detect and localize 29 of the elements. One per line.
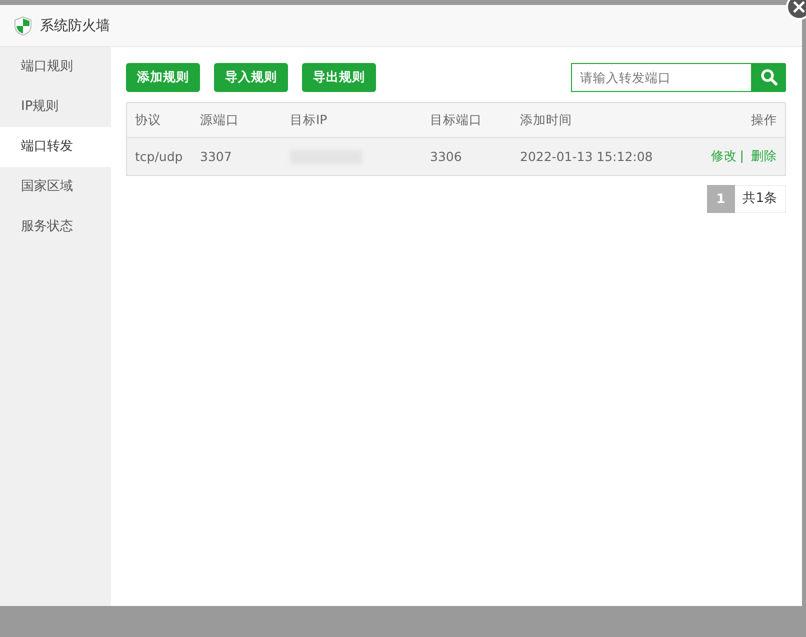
column-header: 源端口 <box>200 112 239 126</box>
toolbar-button[interactable]: 导入规则 <box>214 62 288 92</box>
table-cell: tcp/udp <box>135 149 183 164</box>
close-icon <box>793 1 805 13</box>
action-link[interactable]: 修改 <box>710 148 737 163</box>
toolbar-button[interactable]: 添加规则 <box>126 62 200 92</box>
search-button[interactable] <box>751 62 786 92</box>
table-cell: 2022-01-13 15:12:08 <box>520 149 653 164</box>
window-title: 系统防火墙 <box>40 16 110 34</box>
table-cell: 3307 <box>200 149 232 164</box>
sidebar-item[interactable]: IP规则 <box>0 87 111 127</box>
search-field[interactable]: 请输入转发端口 <box>571 62 751 92</box>
search-icon <box>760 68 778 86</box>
column-header: 目标端口 <box>430 112 482 126</box>
column-header: 操作 <box>751 112 777 126</box>
table-cell: 3306 <box>430 149 462 164</box>
separator: | <box>740 148 744 163</box>
page-button[interactable]: 1 <box>706 185 735 213</box>
sidebar-item[interactable]: 国家区域 <box>0 167 111 207</box>
total-count: 共1条 <box>734 185 786 213</box>
sidebar-item[interactable]: 端口规则 <box>0 47 111 87</box>
column-header: 目标IP <box>290 112 328 126</box>
column-header: 添加时间 <box>520 112 572 126</box>
toolbar-button[interactable]: 导出规则 <box>302 62 376 92</box>
action-link[interactable]: 删除 <box>751 148 777 163</box>
shield-icon <box>14 16 32 36</box>
sidebar-item[interactable]: 端口转发 <box>0 127 111 167</box>
column-header: 协议 <box>135 112 161 126</box>
sidebar-item[interactable]: 服务状态 <box>0 207 111 247</box>
